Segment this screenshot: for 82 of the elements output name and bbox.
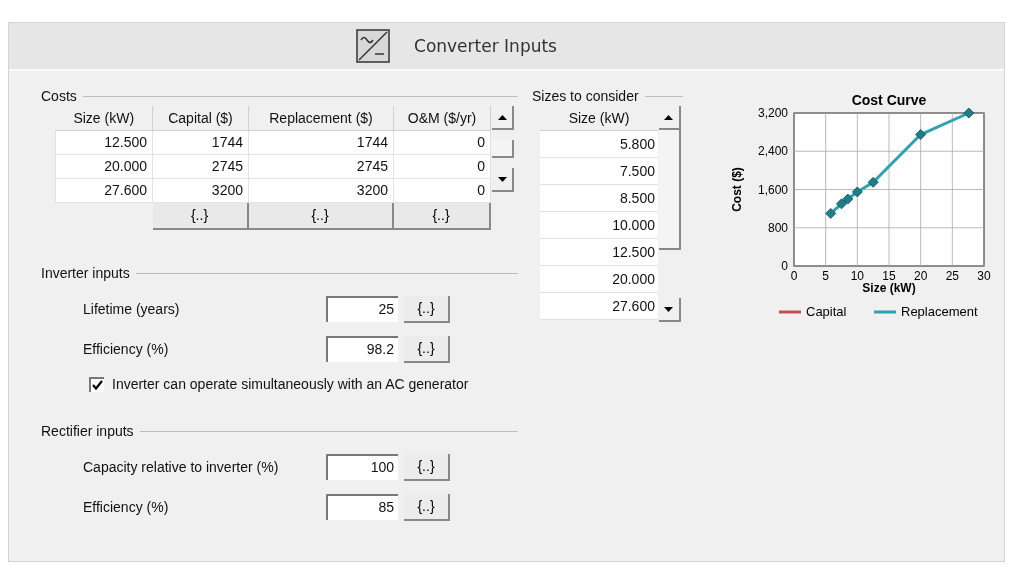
- tick-label: 30: [977, 269, 991, 283]
- panel-title: Converter Inputs: [414, 36, 557, 56]
- converter-icon: [356, 29, 390, 63]
- data-point: [867, 176, 879, 188]
- down-arrow-icon: [664, 306, 674, 312]
- tick-label: 800: [767, 220, 788, 235]
- tick-label: 2,400: [757, 144, 788, 159]
- tick-label: 25: [945, 269, 959, 283]
- axis-label: Size (kW): [862, 281, 916, 295]
- column-header[interactable]: Replacement ($): [248, 106, 394, 130]
- edit-button[interactable]: {..}: [404, 295, 450, 323]
- edit-button[interactable]: {..}: [404, 493, 450, 521]
- field-label: Efficiency (%): [83, 499, 170, 515]
- table-cell: 7.500: [539, 158, 658, 185]
- checkbox[interactable]: [89, 376, 104, 392]
- scroll-down-button[interactable]: [492, 168, 514, 192]
- legend-item: Capital: [779, 304, 847, 319]
- table-cell: 27.600: [55, 178, 153, 202]
- tick-label: 10: [850, 269, 864, 283]
- edit-button[interactable]: {..}: [393, 202, 491, 230]
- tick-label: 0: [781, 259, 788, 273]
- group-title: Sizes to consider: [531, 88, 639, 104]
- data-point: [851, 186, 863, 198]
- up-arrow-icon: [664, 114, 674, 120]
- tick-label: 0: [790, 269, 798, 283]
- tick-label: 5: [822, 269, 829, 283]
- group-title: Rectifier inputs: [41, 423, 134, 439]
- chart-title: Cost Curve: [851, 92, 927, 108]
- legend-item: Replacement: [874, 304, 978, 319]
- data-point: [842, 193, 854, 205]
- tick-label: 15: [882, 269, 896, 283]
- table-cell: 2745: [248, 154, 394, 178]
- table-cell: 0: [393, 130, 491, 154]
- table-cell: 5.800: [539, 131, 658, 158]
- edit-button[interactable]: {..}: [152, 202, 249, 230]
- table-cell: 12.500: [55, 130, 153, 154]
- scroll-thumb[interactable]: [492, 140, 514, 158]
- table-cell: 1744: [152, 130, 249, 154]
- data-point: [836, 198, 847, 210]
- table-cell: 0: [393, 178, 491, 202]
- column-header[interactable]: Size (kW): [55, 106, 153, 130]
- data-point: [915, 129, 927, 140]
- edit-button[interactable]: {..}: [404, 453, 450, 481]
- axis-label: Cost ($): [730, 167, 744, 212]
- field-label: Lifetime (years): [83, 301, 181, 317]
- table-cell: 0: [393, 154, 491, 178]
- input-field[interactable]: 85: [326, 494, 398, 520]
- tick-label: 3,200: [757, 106, 788, 120]
- scroll-thumb[interactable]: [658, 130, 681, 250]
- legend-label: Capital: [806, 304, 847, 319]
- data-point: [963, 107, 975, 119]
- check-icon: [92, 380, 103, 390]
- table-cell: 12.500: [539, 239, 658, 266]
- field-label: Efficiency (%): [83, 341, 170, 357]
- table-cell: 8.500: [539, 185, 658, 212]
- column-header[interactable]: Capital ($): [152, 106, 249, 130]
- table-cell: 3200: [152, 178, 249, 202]
- group-title: Inverter inputs: [41, 265, 130, 281]
- field-label: Capacity relative to inverter (%): [83, 459, 280, 475]
- table-cell: 20.000: [539, 266, 658, 293]
- edit-button[interactable]: {..}: [248, 202, 394, 230]
- tick-label: 1,600: [757, 182, 788, 197]
- table-cell: 2745: [152, 154, 249, 178]
- table-cell: 3200: [248, 178, 394, 202]
- table-cell: 20.000: [55, 154, 153, 178]
- up-arrow-icon: [497, 114, 507, 120]
- table-cell: 10.000: [539, 212, 658, 239]
- tick-label: 20: [914, 269, 928, 283]
- table-cell: 1744: [248, 130, 394, 154]
- group-title: Costs: [41, 88, 77, 104]
- input-field[interactable]: 98.2: [326, 336, 398, 362]
- checkbox-label: Inverter can operate simultaneously with an AC generator: [112, 376, 469, 392]
- down-arrow-icon: [497, 176, 507, 182]
- column-header[interactable]: O&M ($/yr): [393, 106, 491, 130]
- table-cell: 27.600: [539, 293, 658, 320]
- input-field[interactable]: 25: [326, 296, 398, 322]
- scroll-down-button[interactable]: [658, 298, 681, 322]
- input-field[interactable]: 100: [326, 454, 398, 480]
- data-point: [825, 208, 837, 219]
- edit-button[interactable]: {..}: [404, 335, 450, 363]
- legend-label: Replacement: [901, 304, 978, 319]
- scroll-up-button[interactable]: [492, 106, 514, 130]
